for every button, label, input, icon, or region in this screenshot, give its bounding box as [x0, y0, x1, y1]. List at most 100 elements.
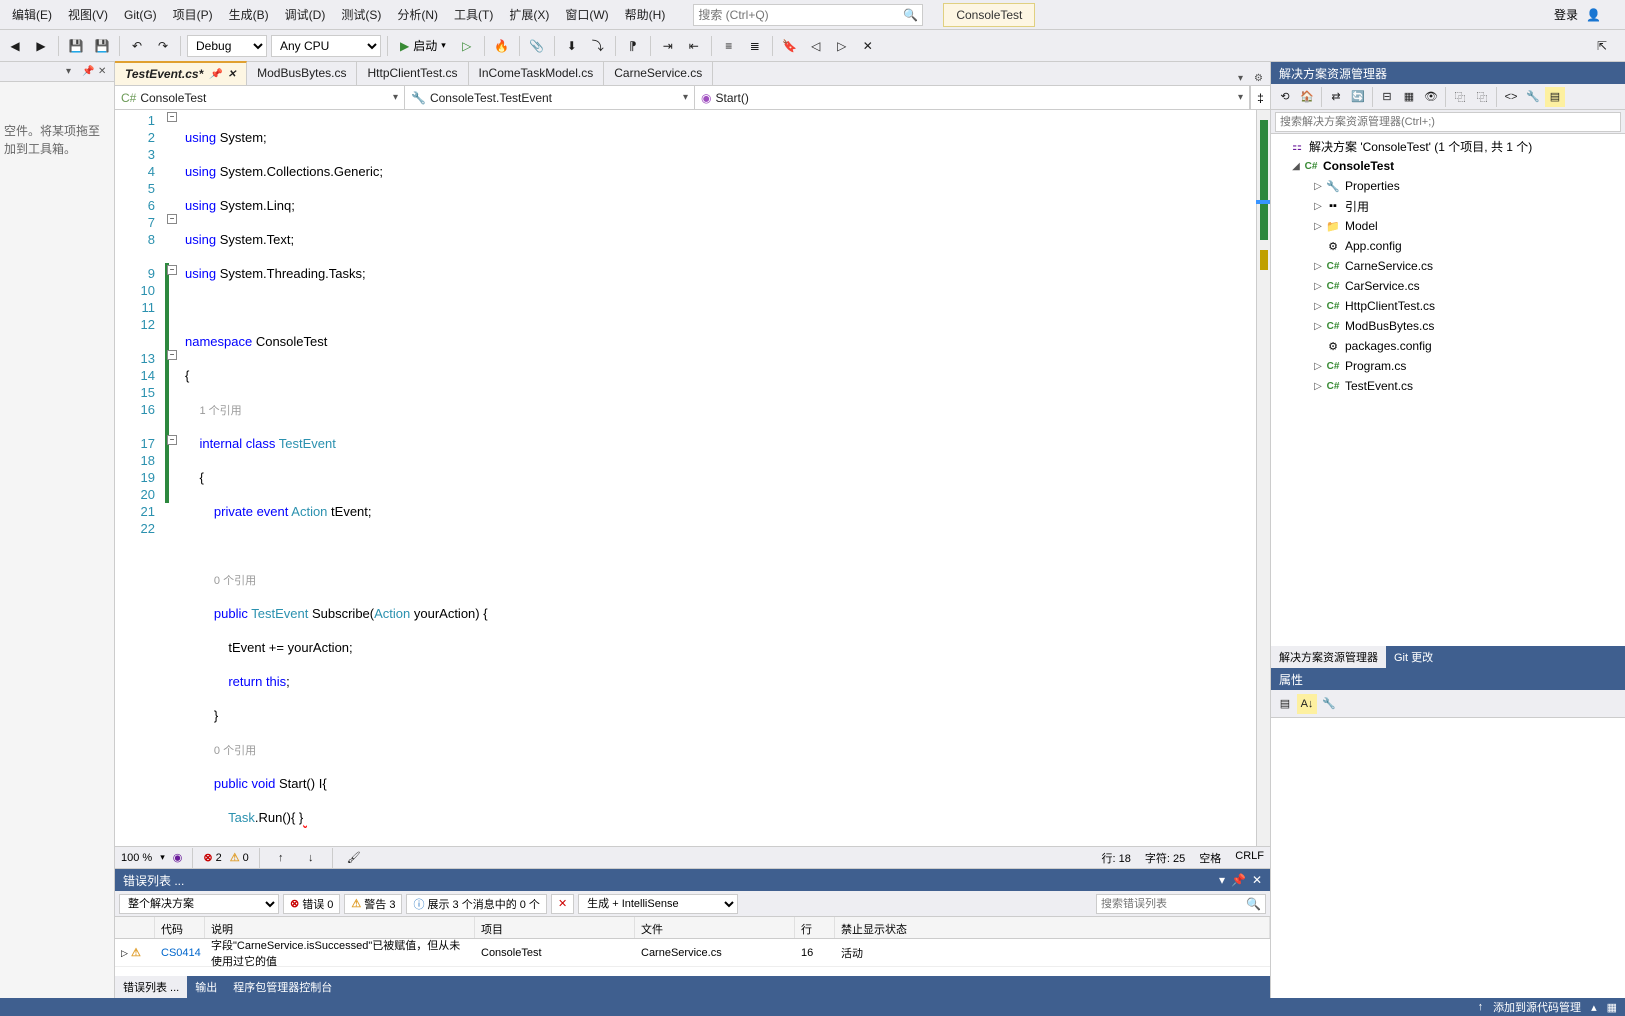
indent-icon[interactable]: ⇥ — [657, 35, 679, 57]
expand-icon[interactable]: ▷ — [1311, 361, 1325, 372]
live-share-icon[interactable]: ⇱ — [1591, 35, 1613, 57]
warning-count[interactable]: ⚠ 0 — [230, 851, 249, 864]
outdent-icon[interactable]: ⇤ — [683, 35, 705, 57]
right-tab-git[interactable]: Git 更改 — [1386, 646, 1441, 668]
tab-settings-icon[interactable]: ⚙ — [1254, 73, 1266, 85]
bottom-tab-output[interactable]: 输出 — [187, 976, 225, 998]
tree-program[interactable]: ▷ C# Program.cs — [1271, 356, 1625, 376]
expand-icon[interactable]: ▷ — [1311, 281, 1325, 292]
tree-carservice[interactable]: ▷ C# CarService.cs — [1271, 276, 1625, 296]
bookmark-next-icon[interactable]: ▷ — [831, 35, 853, 57]
close-icon[interactable]: ✕ — [98, 66, 110, 78]
close-icon[interactable]: ✕ — [228, 69, 236, 80]
refresh-icon[interactable]: 🔄 — [1348, 87, 1368, 107]
copy2-icon[interactable]: ⿻ — [1472, 87, 1492, 107]
filter-icon[interactable]: ▤ — [1545, 87, 1565, 107]
menu-debug[interactable]: 调试(D) — [277, 2, 334, 27]
code-body[interactable]: using System; using System.Collections.G… — [181, 110, 1256, 846]
error-search-input[interactable] — [1101, 898, 1246, 910]
expand-icon[interactable]: ▷ — [1311, 221, 1325, 232]
menu-window[interactable]: 窗口(W) — [557, 2, 616, 27]
nav-class-select[interactable]: 🔧 ConsoleTest.TestEvent ▾ — [405, 86, 695, 109]
menu-build[interactable]: 生成(B) — [221, 2, 277, 27]
props-wrench-icon[interactable]: 🔧 — [1319, 694, 1339, 714]
expand-icon[interactable]: ▷ — [1311, 321, 1325, 332]
pin-icon[interactable]: 📌 — [1231, 873, 1246, 887]
tab-modbusbytes[interactable]: ModBusBytes.cs — [247, 61, 357, 85]
bookmark-prev-icon[interactable]: ◁ — [805, 35, 827, 57]
close-icon[interactable]: ✕ — [1252, 873, 1262, 887]
login-link[interactable]: 登录 — [1554, 6, 1578, 23]
bookmark-icon[interactable]: 🔖 — [779, 35, 801, 57]
menu-edit[interactable]: 编辑(E) — [4, 2, 60, 27]
clear-filter-chip[interactable]: ✕ — [551, 894, 574, 914]
preview-icon[interactable]: 👁 — [1421, 87, 1441, 107]
tree-carneservice[interactable]: ▷ C# CarneService.cs — [1271, 256, 1625, 276]
copy-icon[interactable]: ⿻ — [1450, 87, 1470, 107]
menu-help[interactable]: 帮助(H) — [617, 2, 674, 27]
tree-solution-root[interactable]: ⚏ 解决方案 'ConsoleTest' (1 个项目, 共 1 个) — [1271, 136, 1625, 156]
tree-references[interactable]: ▷ ▪▪ 引用 — [1271, 196, 1625, 216]
code-icon[interactable]: <> — [1501, 87, 1521, 107]
line-ending[interactable]: CRLF — [1235, 850, 1264, 866]
nav-project-select[interactable]: C# ConsoleTest ▾ — [115, 86, 405, 109]
fold-icon[interactable]: − — [167, 214, 177, 224]
tree-model-folder[interactable]: ▷ 📁 Model — [1271, 216, 1625, 236]
tree-testevent[interactable]: ▷ C# TestEvent.cs — [1271, 376, 1625, 396]
save-all-icon[interactable]: 💾 — [91, 35, 113, 57]
tab-carneservice[interactable]: CarneService.cs — [604, 61, 713, 85]
tree-properties[interactable]: ▷ 🔧 Properties — [1271, 176, 1625, 196]
tree-appconfig[interactable]: ⚙ App.config — [1271, 236, 1625, 256]
fold-icon[interactable]: − — [167, 350, 177, 360]
attach-icon[interactable]: 📎 — [526, 35, 548, 57]
global-search-input[interactable] — [698, 8, 903, 22]
col-line[interactable]: 行 — [795, 917, 835, 938]
bottom-tab-pkgmgr[interactable]: 程序包管理器控制台 — [225, 976, 340, 998]
col-code[interactable]: 代码 — [155, 917, 205, 938]
expand-icon[interactable]: ▷ — [1311, 301, 1325, 312]
expand-icon[interactable]: ▷ — [1311, 201, 1325, 212]
menu-test[interactable]: 测试(S) — [333, 2, 389, 27]
zoom-level[interactable]: 100 % — [121, 852, 152, 864]
source-control-button[interactable]: 添加到源代码管理 — [1493, 999, 1581, 1015]
tab-testevent[interactable]: TestEvent.cs* 📌 ✕ — [115, 61, 247, 85]
menu-git[interactable]: Git(G) — [116, 4, 165, 26]
nav-fwd-icon[interactable]: ▶ — [30, 35, 52, 57]
wrench-icon[interactable]: 🔧 — [1523, 87, 1543, 107]
bookmark-clear-icon[interactable]: ✕ — [857, 35, 879, 57]
tree-modbusbytes[interactable]: ▷ C# ModBusBytes.cs — [1271, 316, 1625, 336]
overview-ruler[interactable] — [1256, 110, 1270, 846]
warning-chip[interactable]: ⚠警告 3 — [344, 894, 402, 914]
start-without-debug-icon[interactable]: ▷ — [456, 35, 478, 57]
tab-overflow-icon[interactable]: ▾ — [1238, 73, 1250, 85]
code-editor[interactable]: 123 456 78 91011 1213 141516 1718 192021… — [115, 110, 1270, 846]
dropdown-icon[interactable]: ▾ — [66, 66, 78, 78]
menu-extensions[interactable]: 扩展(X) — [501, 2, 557, 27]
tree-packagesconfig[interactable]: ⚙ packages.config — [1271, 336, 1625, 356]
fold-icon[interactable]: − — [167, 435, 177, 445]
step-icon[interactable]: ⬇ — [561, 35, 583, 57]
brush-icon[interactable]: 🖌 — [343, 847, 365, 869]
hot-reload-icon[interactable]: 🔥 — [491, 35, 513, 57]
nav-member-select[interactable]: ◉ Start() ▾ — [695, 86, 1250, 109]
pin-icon[interactable]: 📌 — [82, 66, 94, 78]
menu-view[interactable]: 视图(V) — [60, 2, 116, 27]
menu-analyze[interactable]: 分析(N) — [389, 2, 446, 27]
pin-icon[interactable]: 📌 — [209, 69, 221, 80]
config-select[interactable]: Debug — [187, 35, 267, 57]
fold-icon[interactable]: − — [167, 265, 177, 275]
col-file[interactable]: 文件 — [635, 917, 795, 938]
expand-icon[interactable]: ◢ — [1289, 161, 1303, 172]
error-chip[interactable]: ⊗错误 0 — [283, 894, 340, 914]
collapse-icon[interactable]: ⊟ — [1377, 87, 1397, 107]
home-icon[interactable]: 🏠 — [1297, 87, 1317, 107]
step-over-icon[interactable]: ⤵ — [587, 35, 609, 57]
format2-icon[interactable]: ≣ — [744, 35, 766, 57]
error-search[interactable]: 🔍 — [1096, 894, 1266, 914]
split-editor-icon[interactable]: ‡ — [1250, 86, 1270, 109]
nav-back-icon[interactable]: ◀ — [4, 35, 26, 57]
repo-icon[interactable]: ▦ — [1607, 1001, 1617, 1014]
global-search[interactable]: 🔍 — [693, 4, 923, 26]
bottom-tab-errorlist[interactable]: 错误列表 ... — [115, 976, 187, 998]
expand-icon[interactable]: ▷ — [1311, 381, 1325, 392]
